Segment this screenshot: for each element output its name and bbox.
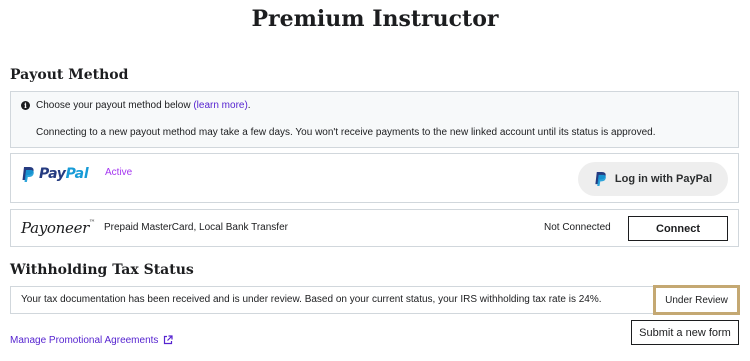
payout-info-line2: Connecting to a new payout method may ta…	[36, 127, 656, 138]
payout-method-heading: Payout Method	[10, 67, 129, 83]
paypal-icon	[595, 172, 606, 186]
paypal-icon	[22, 166, 34, 182]
payout-info-period: .	[247, 100, 251, 111]
paypal-login-label: Log in with PayPal	[614, 173, 713, 185]
paypal-provider-row: PayPal Active Log in with PayPal	[10, 153, 739, 203]
payoneer-logo: Payoneer™	[21, 219, 95, 237]
info-icon: i	[21, 101, 30, 110]
learn-more-link[interactable]: (learn more)	[193, 100, 247, 111]
payoneer-description: Prepaid MasterCard, Local Bank Transfer	[104, 222, 288, 233]
paypal-status: Active	[105, 167, 133, 178]
payout-info-text: Choose your payout method below	[36, 100, 191, 111]
payoneer-status: Not Connected	[544, 222, 611, 233]
external-link-icon	[164, 335, 173, 345]
tax-status-box: Your tax documentation has been received…	[10, 285, 740, 315]
payoneer-provider-row: Payoneer™ Prepaid MasterCard, Local Bank…	[10, 209, 739, 247]
paypal-wordmark-pal: Pal	[65, 166, 89, 182]
paypal-wordmark-pay: Pay	[39, 166, 66, 182]
payoneer-wordmark: Payoneer	[21, 219, 90, 237]
manage-promotional-agreements-link[interactable]: Manage Promotional Agreements	[10, 335, 173, 346]
page-title: Premium Instructor	[251, 6, 499, 32]
paypal-login-button[interactable]: Log in with PayPal	[578, 162, 728, 196]
submit-new-form-button[interactable]: Submit a new form	[631, 320, 739, 345]
paypal-wordmark: PayPal	[39, 166, 89, 182]
paypal-logo: PayPal	[21, 164, 89, 184]
tax-status-badge: Under Review	[653, 285, 740, 315]
payout-info-line1: Choose your payout method below (learn m…	[36, 100, 251, 111]
payout-info-box: i Choose your payout method below (learn…	[10, 91, 739, 148]
manage-link-label: Manage Promotional Agreements	[10, 335, 159, 346]
withholding-tax-heading: Withholding Tax Status	[10, 262, 194, 278]
tax-status-message: Your tax documentation has been received…	[21, 294, 602, 305]
payoneer-connect-button[interactable]: Connect	[628, 216, 728, 241]
